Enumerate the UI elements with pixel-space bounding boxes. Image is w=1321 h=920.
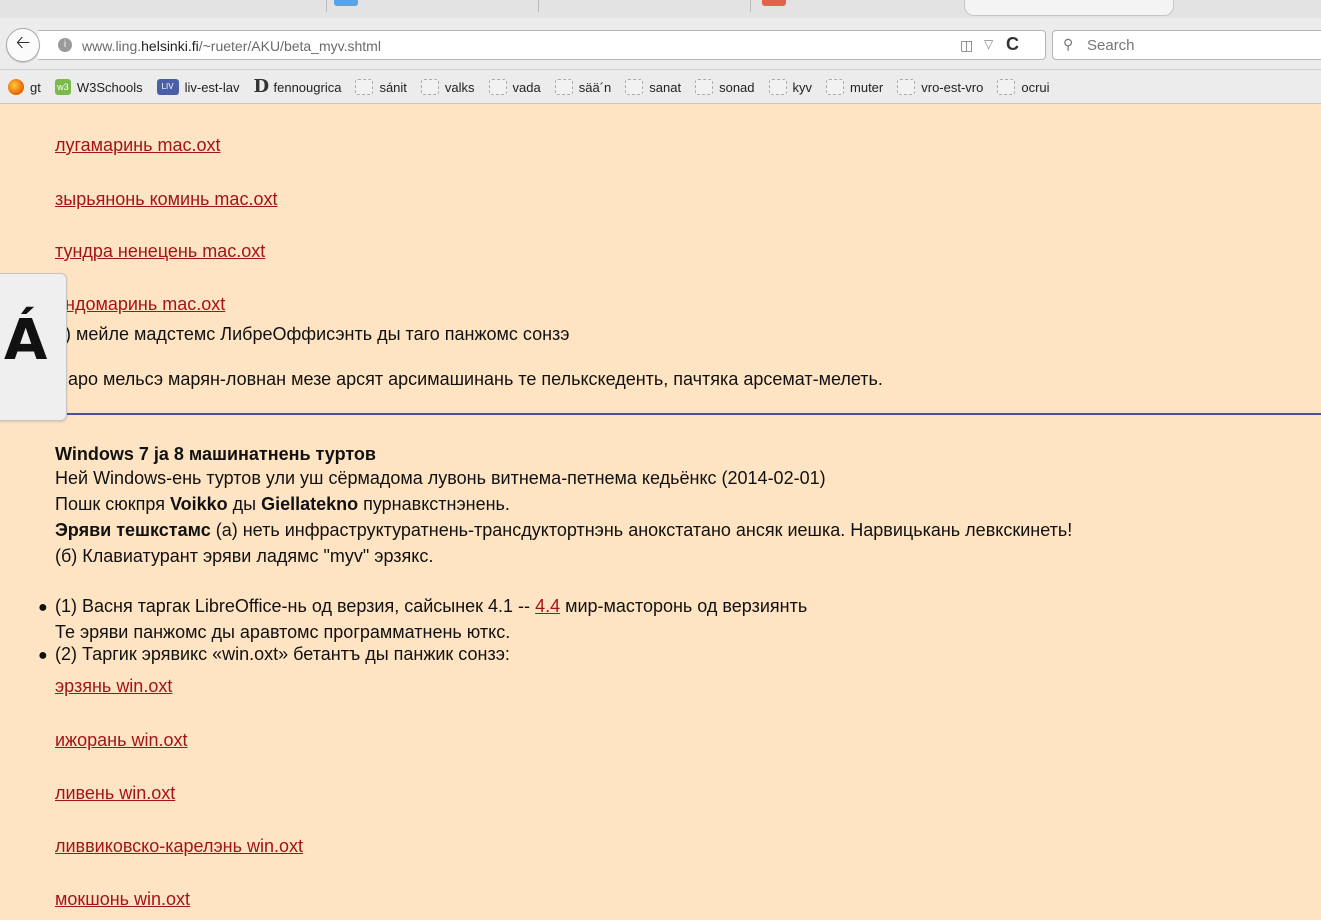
win-oxt-link[interactable]: эрзянь win.oxt <box>55 676 172 697</box>
page-content: лугамаринь mac.oxt зырьянонь коминь mac.… <box>0 104 1321 920</box>
bookmark-label: sää´n <box>578 79 612 95</box>
url-text[interactable]: www.ling.helsinki.fi/~rueter/AKU/beta_my… <box>82 38 381 54</box>
win-oxt-link[interactable]: ливень win.oxt <box>55 783 175 804</box>
bookmark-label: gt <box>30 79 41 95</box>
address-bar[interactable]: i www.ling.helsinki.fi/~rueter/AKU/beta_… <box>38 30 1046 60</box>
bookmark-label: ocrui <box>1021 79 1050 95</box>
w3schools-icon: w3 <box>54 79 71 95</box>
mac-oxt-link[interactable]: андомаринь mac.oxt <box>55 294 225 315</box>
reload-icon[interactable]: C <box>1006 34 1019 55</box>
bookmark-item[interactable]: sonad <box>695 79 755 95</box>
bookmark-item[interactable]: gt <box>8 79 41 95</box>
step-2-text: (2) Таргик эрявикс «win.oxt» бетантъ ды … <box>55 644 510 664</box>
windows-note-a: Эряви тешкстамс (а) неть инфраструктурат… <box>55 520 1072 541</box>
page-icon <box>695 79 714 95</box>
bookmark-label: sánit <box>379 79 407 95</box>
tab-separator <box>326 0 327 12</box>
arrow-left-icon: 🡠 <box>15 32 31 52</box>
bookmark-item[interactable]: Dfennougrica <box>253 76 342 97</box>
firefox-icon <box>8 79 24 95</box>
page-icon <box>488 79 507 95</box>
tab-active[interactable] <box>964 0 1174 16</box>
step-1-text: (1) Васня таргак LibreOffice-нь од верзи… <box>55 596 807 617</box>
liv-icon: LIV <box>156 79 179 95</box>
page-icon <box>355 79 374 95</box>
windows-intro: Ней Windows-ень туртов ули уш сёрмадома … <box>55 468 826 488</box>
win-oxt-link[interactable]: ливвиковско-карелэнь win.oxt <box>55 836 303 857</box>
note-label: Эряви тешкстамс <box>55 520 211 540</box>
bookmark-label: vro-est-vro <box>921 79 984 95</box>
back-button[interactable]: 🡠 <box>6 28 40 62</box>
page-icon <box>897 79 916 95</box>
bookmark-label: liv-est-lav <box>184 79 240 95</box>
tab-favicon[interactable] <box>334 0 358 6</box>
windows-note-b: (б) Клавиатурант эряви ладямс "myv" эрзя… <box>55 546 434 566</box>
bookmark-item[interactable]: sanat <box>625 79 681 95</box>
tab-separator <box>538 0 539 12</box>
windows-heading: Windows 7 ja 8 машинатнень туртов <box>55 444 376 464</box>
search-input[interactable] <box>1087 35 1317 55</box>
bookmark-label: muter <box>850 79 884 95</box>
accented-a-glyph[interactable]: Á <box>4 308 47 373</box>
bookmark-item[interactable]: sää´n <box>554 79 612 95</box>
bookmark-item[interactable]: vro-est-vro <box>897 79 983 95</box>
browser-chrome: i www.ling.helsinki.fi/~rueter/AKU/beta_… <box>0 0 1321 104</box>
step-3-text: 3) мейле мадстемс ЛибреОффисэнть ды таго… <box>55 324 570 344</box>
page-icon <box>826 79 845 95</box>
bookmark-label: W3Schools <box>76 79 143 95</box>
bullet-marker: ● <box>38 647 48 664</box>
credits-text: пурнавкстнэнень. <box>358 494 510 514</box>
bookmark-item[interactable]: kyv <box>768 79 813 95</box>
bullet-marker: ● <box>38 599 48 616</box>
d-icon: D <box>253 76 270 97</box>
step-1-prefix: (1) Васня таргак LibreOffice-нь од верзи… <box>55 596 536 616</box>
page-icon <box>768 79 787 95</box>
credits-text: Пошк сюкпря <box>55 494 170 514</box>
tab-favicon[interactable] <box>762 0 786 6</box>
voikko-name: Voikko <box>169 494 228 514</box>
bookmark-label: vada <box>512 79 541 95</box>
character-picker-widget[interactable]: Á <box>0 273 67 421</box>
step-1-note: Те эряви панжомс ды аравтомс программатн… <box>55 622 511 642</box>
credits-text: ды <box>227 494 262 514</box>
reader-view-icon[interactable]: ◫ <box>960 37 973 54</box>
win-oxt-link[interactable]: мокшонь win.oxt <box>55 889 190 910</box>
mac-oxt-link[interactable]: лугамаринь mac.oxt <box>55 135 220 156</box>
tab-separator <box>750 0 751 12</box>
search-box[interactable]: ⚲ <box>1052 30 1321 60</box>
bookmark-item[interactable]: sánit <box>355 79 407 95</box>
bookmark-label: fennougrica <box>273 79 342 95</box>
bookmarks-toolbar: gt w3 W3Schools LIV liv-est-lav Dfennougri… <box>0 71 1321 104</box>
bookmark-label: valks <box>444 79 475 95</box>
page-icon <box>625 79 644 95</box>
bookmark-item[interactable]: muter <box>826 79 883 95</box>
bookmark-item[interactable]: w3 W3Schools <box>54 79 143 95</box>
bookmark-item[interactable]: vada <box>488 79 541 95</box>
mac-oxt-link[interactable]: зырьянонь коминь mac.oxt <box>55 189 277 210</box>
globe-icon[interactable]: i <box>58 38 72 52</box>
bookmark-item[interactable]: valks <box>420 79 475 95</box>
bookmark-item[interactable]: LIV liv-est-lav <box>156 79 240 95</box>
feedback-note: Паро мельсэ марян-ловнан мезе арсят арси… <box>55 369 883 389</box>
page-icon <box>554 79 573 95</box>
chevron-down-icon[interactable]: ▽ <box>984 37 993 51</box>
windows-credits: Пошк сюкпря Voikko ды Giellatekno пурнав… <box>55 494 510 515</box>
bookmark-label: kyv <box>792 79 813 95</box>
version-4-4-link[interactable]: 4.4 <box>535 596 560 616</box>
search-icon: ⚲ <box>1063 36 1074 52</box>
mac-oxt-link[interactable]: тундра ненецень mac.oxt <box>55 241 265 262</box>
bookmark-item[interactable]: ocrui <box>997 79 1050 95</box>
step-1-suffix: мир-масторонь од верзиянть <box>560 596 808 616</box>
page-icon <box>420 79 439 95</box>
page-icon <box>997 79 1016 95</box>
win-oxt-link[interactable]: ижорань win.oxt <box>55 730 187 751</box>
bookmark-label: sonad <box>719 79 755 95</box>
tab-strip <box>0 0 1321 18</box>
giellatekno-name: Giellatekno <box>261 494 359 514</box>
note-text: (а) неть инфраструктуратнень-трансдуктор… <box>210 520 1073 540</box>
navigation-bar: i www.ling.helsinki.fi/~rueter/AKU/beta_… <box>0 18 1321 70</box>
horizontal-divider <box>55 413 1321 415</box>
bookmark-label: sanat <box>649 79 682 95</box>
